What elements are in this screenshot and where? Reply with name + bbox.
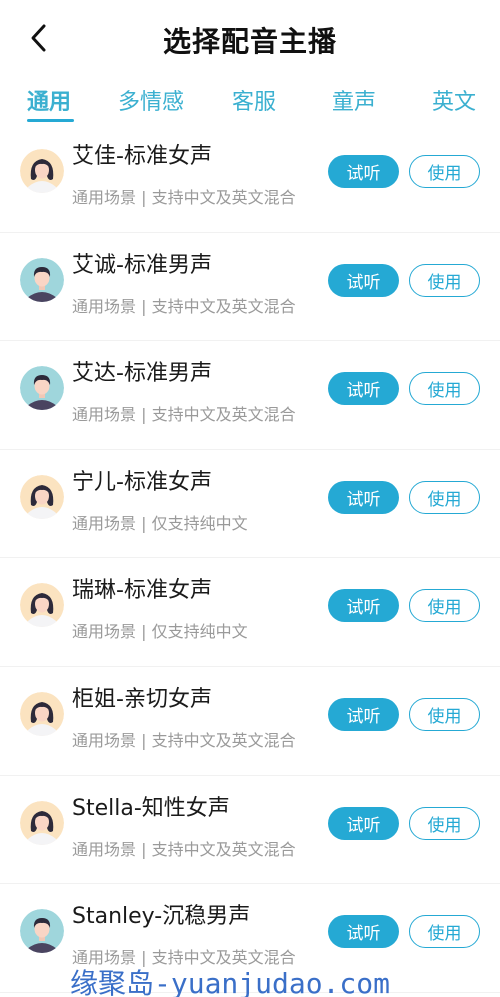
use-button[interactable]: 使用 [409,589,480,623]
voice-list: 艾佳-标准女声 通用场景 | 支持中文及英文混合 试听 使用 艾诚-标准男声 通用场景 |… [0,124,500,993]
tab-customer-service[interactable]: 客服 [232,84,276,116]
preview-button[interactable]: 试听 [328,372,399,406]
voice-description: 通用场景 | 支持中文及英文混合 [72,730,296,750]
preview-button[interactable]: 试听 [328,480,399,514]
voice-row: Stella-知性女声通用场景 | 支持中文及英文混合 试听 使用 [0,776,500,885]
use-button[interactable]: 使用 [409,372,480,406]
tab-child-voice[interactable]: 童声 [332,84,376,116]
female-avatar-icon [20,691,64,736]
preview-button[interactable]: 试听 [328,263,399,297]
use-button[interactable]: 使用 [409,263,480,297]
voice-row: 艾诚-标准男声通用场景 | 支持中文及英文混合 试听 使用 [0,233,500,342]
voice-name: Stella-知性女声 [72,795,230,821]
voice-description: 通用场景 | 仅支持纯中文 [72,513,248,533]
voice-row: 瑞琳-标准女声通用场景 | 仅支持纯中文 试听 使用 [0,558,500,667]
watermark: 缘聚岛-yuanjudao.com [70,967,391,997]
use-button[interactable]: 使用 [409,155,480,188]
voice-row: 宁儿-标准女声通用场景 | 仅支持纯中文 试听 使用 [0,450,500,559]
voice-name: Stanley-沉稳男声 [72,904,251,930]
voice-description: 通用场景 | 仅支持纯中文 [72,622,248,642]
tab-emotional[interactable]: 多情感 [118,84,184,116]
preview-button[interactable]: 试听 [328,697,399,731]
voice-description: 通用场景 | 支持中文及英文混合 [72,188,296,207]
preview-button[interactable]: 试听 [328,589,399,623]
female-avatar-icon [20,800,64,845]
male-avatar-icon [20,257,64,302]
voice-name: 艾诚-标准男声 [72,252,212,278]
tab-general[interactable]: 通用 [27,84,71,116]
preview-button[interactable]: 试听 [328,915,399,949]
preview-button[interactable]: 试听 [328,806,399,840]
voice-row: 柜姐-亲切女声通用场景 | 支持中文及英文混合 试听 使用 [0,667,500,776]
category-tabs: 通用 多情感 客服 童声 英文 [0,78,500,124]
preview-button[interactable]: 试听 [328,155,399,188]
voice-description: 通用场景 | 支持中文及英文混合 [72,296,296,316]
male-avatar-icon [20,909,64,954]
voice-name: 柜姐-亲切女声 [72,686,212,712]
tab-english[interactable]: 英文 [432,84,476,116]
header: 选择配音主播 [0,0,500,78]
use-button[interactable]: 使用 [409,480,480,514]
voice-name: 瑞琳-标准女声 [72,578,212,604]
use-button[interactable]: 使用 [409,697,480,731]
voice-description: 通用场景 | 支持中文及英文混合 [72,839,296,859]
active-tab-indicator [27,119,74,122]
voice-row: 艾佳-标准女声通用场景 | 支持中文及英文混合 试听 使用 [0,124,500,233]
voice-name: 艾佳-标准女声 [72,144,212,169]
female-avatar-icon [20,474,64,519]
voice-row: 艾达-标准男声通用场景 | 支持中文及英文混合 试听 使用 [0,341,500,450]
voice-name: 艾达-标准男声 [72,361,212,387]
female-avatar-icon [20,583,64,628]
voice-name: 宁儿-标准女声 [72,469,212,495]
page-title: 选择配音主播 [162,25,337,58]
voice-description: 通用场景 | 支持中文及英文混合 [72,405,296,425]
male-avatar-icon [20,366,64,411]
female-avatar-icon [20,149,64,193]
use-button[interactable]: 使用 [409,915,480,949]
use-button[interactable]: 使用 [409,806,480,840]
